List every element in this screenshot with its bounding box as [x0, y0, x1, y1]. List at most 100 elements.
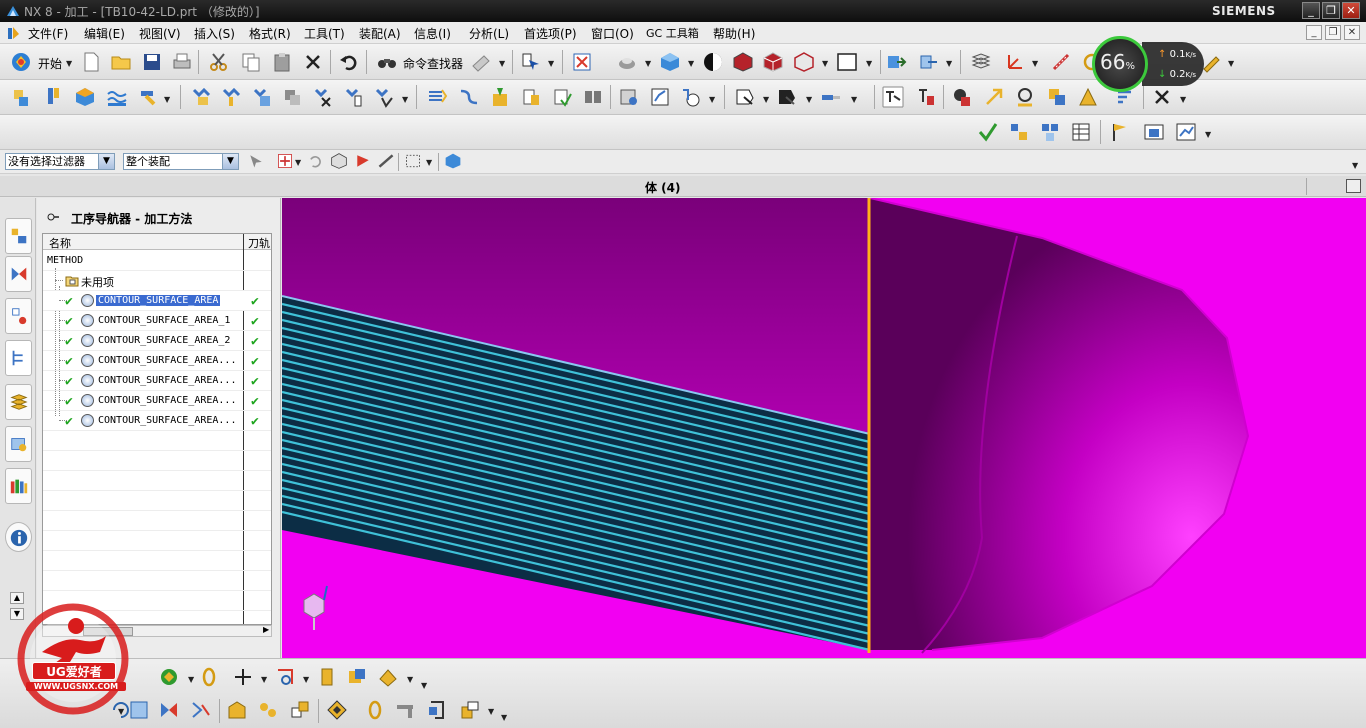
feed-rate-dropdown-icon[interactable]: ▼	[709, 95, 715, 104]
point-icon[interactable]	[232, 666, 254, 688]
toolpath-animate-dropdown-icon[interactable]: ▼	[806, 95, 812, 104]
tool-display-dropdown-icon[interactable]: ▼	[851, 95, 857, 104]
resource-tab-info[interactable]	[5, 522, 32, 552]
clear-x-dropdown-icon[interactable]: ▼	[1180, 95, 1186, 104]
select-edge-icon[interactable]	[377, 152, 395, 170]
extrude-icon[interactable]	[316, 666, 338, 688]
create-method-icon[interactable]	[106, 86, 128, 108]
thicken-icon[interactable]	[394, 699, 416, 721]
check-tool-icon[interactable]	[977, 121, 999, 143]
offset-face-icon[interactable]	[377, 666, 399, 688]
tree-row-operation[interactable]: ✔ CONTOUR_SURFACE_AREA... ✔	[43, 411, 271, 431]
synchronous-modeling-icon[interactable]	[326, 699, 348, 721]
toolpath-animate-icon[interactable]	[776, 86, 798, 108]
trim-body-icon[interactable]	[364, 699, 386, 721]
scroll-right-icon[interactable]: ▶	[263, 625, 269, 634]
object-display-icon[interactable]	[649, 86, 671, 108]
copy-operation-icon[interactable]	[1046, 86, 1068, 108]
copy-icon[interactable]	[240, 51, 262, 73]
resource-tab-assembly-navigator[interactable]	[5, 218, 32, 254]
part-model-view[interactable]	[282, 198, 1366, 658]
batch-process-icon[interactable]	[582, 86, 604, 108]
menu-gc-toolbox[interactable]: GC 工具箱	[646, 25, 699, 41]
tool-display-icon[interactable]	[820, 86, 842, 108]
assembly-scope-arrow-icon[interactable]: ▼	[222, 154, 238, 169]
info-operation-icon[interactable]	[343, 86, 365, 108]
column-toolpath-header[interactable]: 刀轨	[248, 235, 270, 251]
wireframe-dropdown-icon[interactable]: ▼	[822, 59, 828, 68]
edit-object-icon[interactable]	[618, 86, 640, 108]
tree-row-method[interactable]: METHOD	[43, 251, 271, 271]
undo-icon[interactable]	[338, 51, 360, 73]
chamfer-icon[interactable]	[459, 699, 481, 721]
menu-file[interactable]: 文件(F)	[28, 25, 68, 42]
tree-row-operation[interactable]: ✔ CONTOUR_SURFACE_AREA_2 ✔	[43, 331, 271, 351]
resource-tab-web-browser[interactable]	[5, 426, 32, 462]
tool-path-list-icon[interactable]	[489, 86, 511, 108]
mirror-body-icon[interactable]	[158, 699, 180, 721]
patch-icon[interactable]	[289, 699, 311, 721]
point-dropdown-icon[interactable]: ▼	[261, 675, 267, 684]
screen-capture-dropdown-icon[interactable]: ▼	[1205, 130, 1211, 139]
layer-settings-icon[interactable]	[970, 51, 992, 73]
network-speed-widget[interactable]: ↑ 0.1K/s ↓ 0.2K/s 66%	[1092, 36, 1208, 92]
create-program-icon[interactable]	[10, 86, 32, 108]
component-tree-icon[interactable]	[1008, 121, 1030, 143]
undo-select-icon[interactable]	[306, 152, 324, 170]
menu-format[interactable]: 格式(R)	[249, 25, 291, 42]
verify-operation-icon[interactable]	[373, 86, 395, 108]
fit-view-icon[interactable]	[571, 51, 593, 73]
open-folder-icon[interactable]	[110, 51, 132, 73]
background-color-icon[interactable]	[836, 51, 858, 73]
menu-preferences[interactable]: 首选项(P)	[524, 25, 577, 42]
constraint-dropdown-icon[interactable]: ▼	[946, 59, 952, 68]
display-toolpath-dropdown-icon[interactable]: ▼	[763, 95, 769, 104]
menu-tools[interactable]: 工具(T)	[304, 25, 345, 42]
offset-face-dropdown-icon[interactable]: ▼	[407, 675, 413, 684]
assembly-load-dropdown-icon[interactable]: ▼	[499, 59, 505, 68]
maximize-viewport-icon[interactable]	[1346, 179, 1361, 193]
rectangle-select-dropdown-icon[interactable]: ▼	[426, 158, 432, 167]
menu-edit[interactable]: 编辑(E)	[84, 25, 125, 42]
block-icon[interactable]	[346, 666, 368, 688]
close-button[interactable]: ✕	[1342, 2, 1360, 19]
start-icon[interactable]	[10, 51, 32, 73]
resource-tab-part-navigator[interactable]	[5, 298, 32, 334]
menu-help[interactable]: 帮助(H)	[713, 25, 755, 42]
rectangle-select-icon[interactable]	[404, 152, 422, 170]
geometry-view-icon[interactable]	[251, 86, 273, 108]
move-component-icon[interactable]	[885, 51, 907, 73]
tree-row-operation[interactable]: ✔ CONTOUR_SURFACE_AREA_1 ✔	[43, 311, 271, 331]
filterbar-overflow-icon[interactable]: ▼	[1352, 161, 1358, 170]
menu-view[interactable]: 视图(V)	[139, 25, 181, 42]
background-color-dropdown-icon[interactable]: ▼	[866, 59, 872, 68]
list-toolpath-icon[interactable]	[915, 86, 937, 108]
tree-row-operation[interactable]: ✔ CONTOUR_SURFACE_AREA... ✔	[43, 391, 271, 411]
utility-dropdown-icon[interactable]: ▼	[188, 675, 194, 684]
split-body-icon[interactable]	[190, 699, 212, 721]
doc-minimize-button[interactable]: _	[1306, 25, 1322, 40]
menu-window[interactable]: 窗口(O)	[591, 25, 634, 42]
feature-point-dropdown-icon[interactable]: ▼	[295, 158, 301, 167]
table-icon[interactable]	[1070, 121, 1092, 143]
post-process-icon[interactable]	[551, 86, 573, 108]
minimize-button[interactable]: _	[1302, 2, 1320, 19]
menu-analysis[interactable]: 分析(L)	[469, 25, 509, 42]
wcs-dropdown-icon[interactable]: ▼	[1032, 59, 1038, 68]
delete-operation-icon[interactable]	[312, 86, 334, 108]
datum-csys-icon[interactable]	[274, 666, 296, 688]
save-icon[interactable]	[141, 51, 163, 73]
chamfer-dropdown-icon[interactable]: ▼	[488, 707, 494, 716]
shade-mode-dropdown-icon[interactable]: ▼	[645, 59, 651, 68]
tree-row-unused-items[interactable]: 未用项	[43, 271, 271, 291]
tree-row-operation[interactable]: ✔ CONTOUR_SURFACE_AREA... ✔	[43, 371, 271, 391]
screen-capture-icon[interactable]	[1175, 121, 1197, 143]
create-tool-icon[interactable]	[42, 86, 64, 108]
chain-link-icon[interactable]	[201, 666, 223, 688]
resource-tab-operation-navigator[interactable]	[5, 340, 32, 376]
gouge-check-icon[interactable]	[951, 86, 973, 108]
tree-row-operation[interactable]: ✔ CONTOUR_SURFACE_AREA... ✔	[43, 351, 271, 371]
menu-insert[interactable]: 插入(S)	[194, 25, 235, 42]
edges-display-icon[interactable]	[732, 51, 754, 73]
program-order-view-icon[interactable]	[190, 86, 212, 108]
